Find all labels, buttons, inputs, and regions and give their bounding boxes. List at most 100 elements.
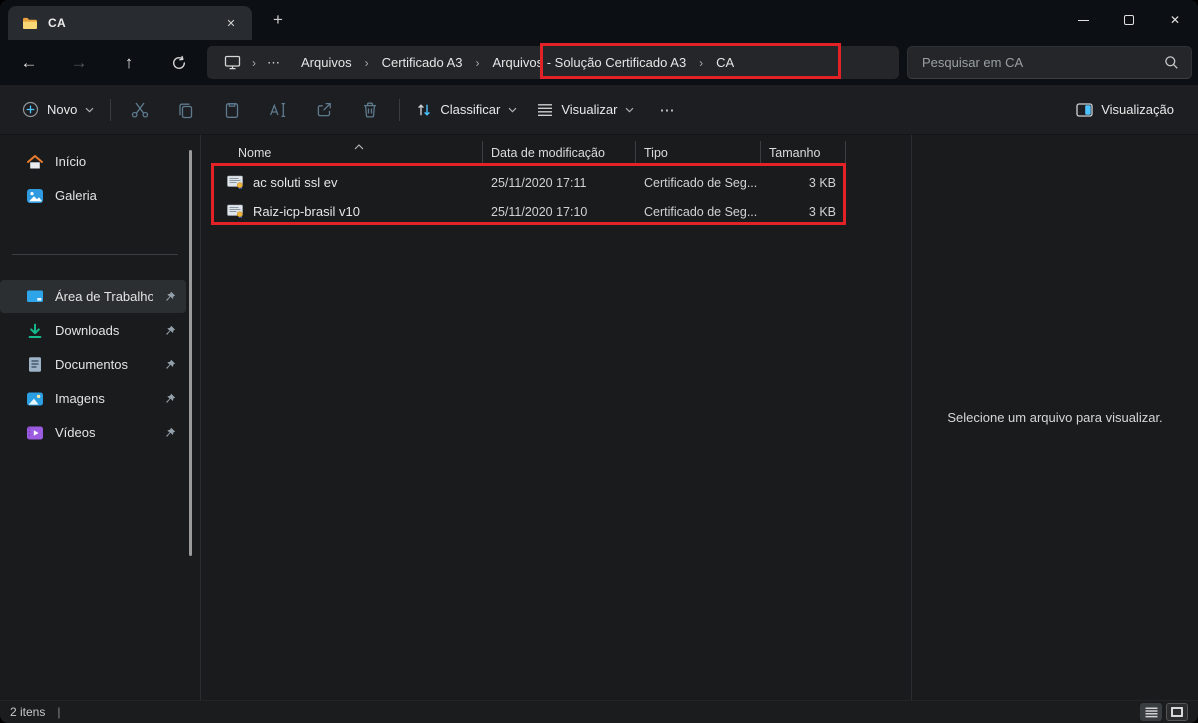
file-explorer-window: CA ✕ + ✕ ← → ↑ › ⋯ Arquivos › Certificad… [0, 0, 1198, 723]
sidebar: Início Galeria Área de Trabalho Download… [0, 135, 200, 700]
sort-icon [416, 102, 432, 118]
sort-button-label: Classificar [440, 102, 500, 117]
preview-pane-icon [1076, 103, 1093, 117]
explorer-tab[interactable]: CA ✕ [8, 6, 252, 40]
up-button[interactable]: ↑ [104, 45, 154, 81]
delete-button[interactable] [347, 93, 393, 127]
forward-button[interactable]: → [54, 45, 104, 81]
file-date: 25/11/2020 17:11 [483, 176, 636, 190]
tab-close-button[interactable]: ✕ [218, 12, 244, 34]
sidebar-item-area-de-trabalho[interactable]: Área de Trabalho [0, 280, 186, 313]
file-list-pane: Nome Data de modificação Tipo Tamanho ac… [200, 135, 911, 700]
home-icon [26, 154, 44, 170]
copy-icon [177, 101, 195, 119]
breadcrumb-separator: › [474, 56, 482, 70]
pin-icon [164, 325, 176, 337]
minimize-icon [1078, 20, 1089, 21]
file-name: Raiz-icp-brasil v10 [253, 204, 360, 219]
refresh-icon [171, 55, 187, 71]
sidebar-item-downloads[interactable]: Downloads [0, 314, 186, 347]
back-button[interactable]: ← [4, 45, 54, 81]
pin-icon [164, 359, 176, 371]
breadcrumb-item-arquivos-solucao[interactable]: Arquivos - Solução Certificado A3 [482, 50, 698, 76]
videos-icon [26, 425, 44, 441]
sidebar-item-label: Imagens [55, 391, 153, 406]
breadcrumb-separator: › [250, 56, 258, 70]
view-lines-icon [537, 103, 553, 117]
sidebar-item-galeria[interactable]: Galeria [0, 179, 186, 212]
breadcrumb-item-arquivos[interactable]: Arquivos [290, 50, 363, 76]
sidebar-item-imagens[interactable]: Imagens [0, 382, 186, 415]
details-view-button[interactable] [1140, 703, 1162, 721]
status-divider: | [57, 705, 60, 719]
share-button[interactable] [301, 93, 347, 127]
breadcrumb-item-ca[interactable]: CA [705, 50, 745, 76]
gallery-icon [26, 188, 44, 204]
preview-placeholder-text: Selecione um arquivo para visualizar. [947, 410, 1162, 425]
preview-pane-toggle[interactable]: Visualização [1064, 93, 1186, 127]
cut-button[interactable] [117, 93, 163, 127]
this-pc-crumb[interactable] [215, 55, 250, 70]
file-row[interactable]: ac soluti ssl ev 25/11/2020 17:11 Certif… [214, 168, 846, 197]
view-button-label: Visualizar [561, 102, 617, 117]
new-button-label: Novo [47, 102, 77, 117]
details-view-icon [1145, 707, 1158, 718]
navigation-bar: ← → ↑ › ⋯ Arquivos › Certificado A3 › Ar… [0, 40, 1198, 85]
large-icons-view-button[interactable] [1166, 703, 1188, 721]
rename-icon [268, 102, 288, 118]
search-icon [1164, 55, 1179, 70]
large-icons-view-icon [1171, 707, 1183, 717]
toolbar-divider [110, 99, 111, 121]
column-header-data[interactable]: Data de modificação [483, 141, 636, 164]
close-window-button[interactable]: ✕ [1152, 0, 1198, 40]
close-icon: ✕ [1170, 13, 1180, 27]
column-header-tipo[interactable]: Tipo [636, 141, 761, 164]
file-size: 3 KB [761, 176, 846, 190]
minimize-button[interactable] [1060, 0, 1106, 40]
sidebar-item-inicio[interactable]: Início [0, 145, 186, 178]
cut-icon [130, 101, 150, 119]
documents-icon [26, 356, 44, 373]
new-button[interactable]: Novo [12, 93, 104, 127]
file-row[interactable]: Raiz-icp-brasil v10 25/11/2020 17:10 Cer… [214, 197, 846, 226]
trash-icon [362, 101, 378, 119]
file-name: ac soluti ssl ev [253, 175, 338, 190]
breadcrumb-overflow-button[interactable]: ⋯ [258, 55, 290, 71]
pin-icon [164, 427, 176, 439]
refresh-button[interactable] [154, 45, 204, 81]
breadcrumb-item-certificado-a3[interactable]: Certificado A3 [371, 50, 474, 76]
paste-button[interactable] [209, 93, 255, 127]
tab-title: CA [48, 16, 66, 30]
new-tab-button[interactable]: + [262, 5, 294, 35]
plus-circle-icon [22, 101, 39, 118]
column-header-nome[interactable]: Nome [214, 141, 483, 164]
ellipsis-icon: ⋯ [659, 101, 675, 119]
file-size: 3 KB [761, 205, 846, 219]
chevron-down-icon [85, 107, 94, 113]
column-header-tamanho[interactable]: Tamanho [761, 141, 846, 164]
search-input[interactable] [922, 55, 1164, 70]
copy-button[interactable] [163, 93, 209, 127]
this-pc-icon [224, 55, 241, 70]
sidebar-scrollbar[interactable] [189, 150, 192, 556]
sidebar-item-documentos[interactable]: Documentos [0, 348, 186, 381]
maximize-button[interactable] [1106, 0, 1152, 40]
sidebar-item-videos[interactable]: Vídeos [0, 416, 186, 449]
preview-pane-toggle-label: Visualização [1101, 102, 1174, 117]
command-bar: Novo Classificar Visualiza [0, 85, 1198, 135]
explorer-body: Início Galeria Área de Trabalho Download… [0, 135, 1198, 700]
rename-button[interactable] [255, 93, 301, 127]
more-options-button[interactable]: ⋯ [644, 93, 690, 127]
downloads-icon [26, 323, 44, 339]
sort-button[interactable]: Classificar [406, 93, 527, 127]
pictures-icon [26, 391, 44, 407]
view-button[interactable]: Visualizar [527, 93, 644, 127]
search-box[interactable] [907, 46, 1192, 79]
column-headers: Nome Data de modificação Tipo Tamanho [214, 141, 846, 164]
chevron-down-icon [508, 107, 517, 113]
sidebar-divider [12, 254, 178, 255]
file-rows: ac soluti ssl ev 25/11/2020 17:11 Certif… [214, 168, 846, 226]
share-icon [315, 101, 333, 119]
folder-icon [22, 17, 38, 30]
sidebar-item-label: Documentos [55, 357, 153, 372]
